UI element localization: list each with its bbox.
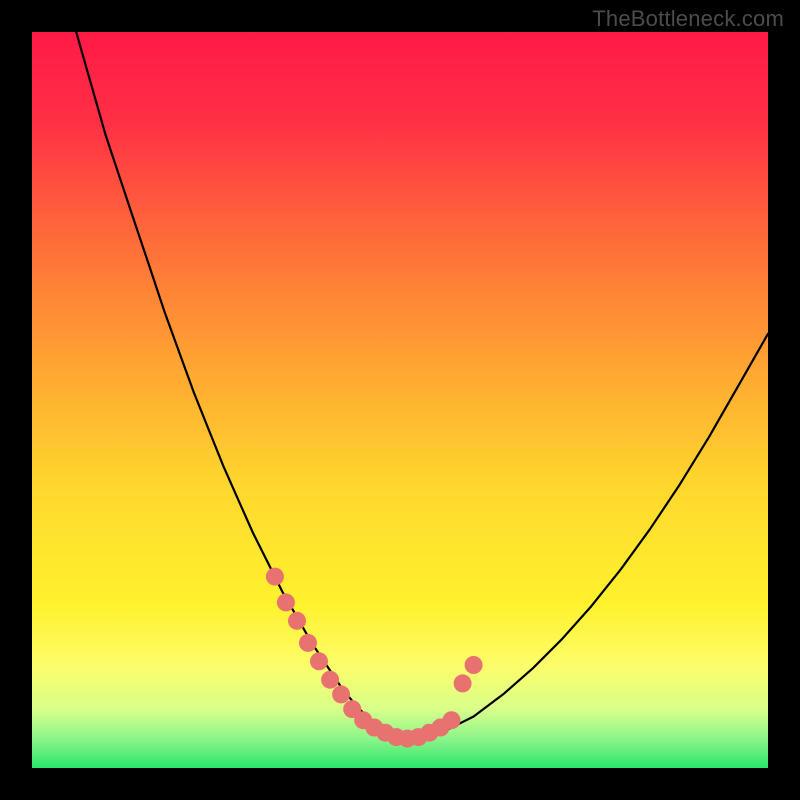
chart-frame: TheBottleneck.com <box>0 0 800 800</box>
plot-area <box>32 32 768 768</box>
curve-marker <box>299 634 317 652</box>
curve-marker <box>266 568 284 586</box>
curve-marker <box>454 674 472 692</box>
watermark-text: TheBottleneck.com <box>592 6 784 32</box>
curve-marker <box>332 685 350 703</box>
curve-marker <box>277 593 295 611</box>
curve-marker <box>443 711 461 729</box>
curve-marker <box>465 656 483 674</box>
bottleneck-curve-path <box>76 32 768 739</box>
curve-marker <box>321 671 339 689</box>
curve-layer <box>32 32 768 768</box>
marker-group <box>266 568 483 748</box>
curve-marker <box>310 652 328 670</box>
curve-marker <box>288 612 306 630</box>
